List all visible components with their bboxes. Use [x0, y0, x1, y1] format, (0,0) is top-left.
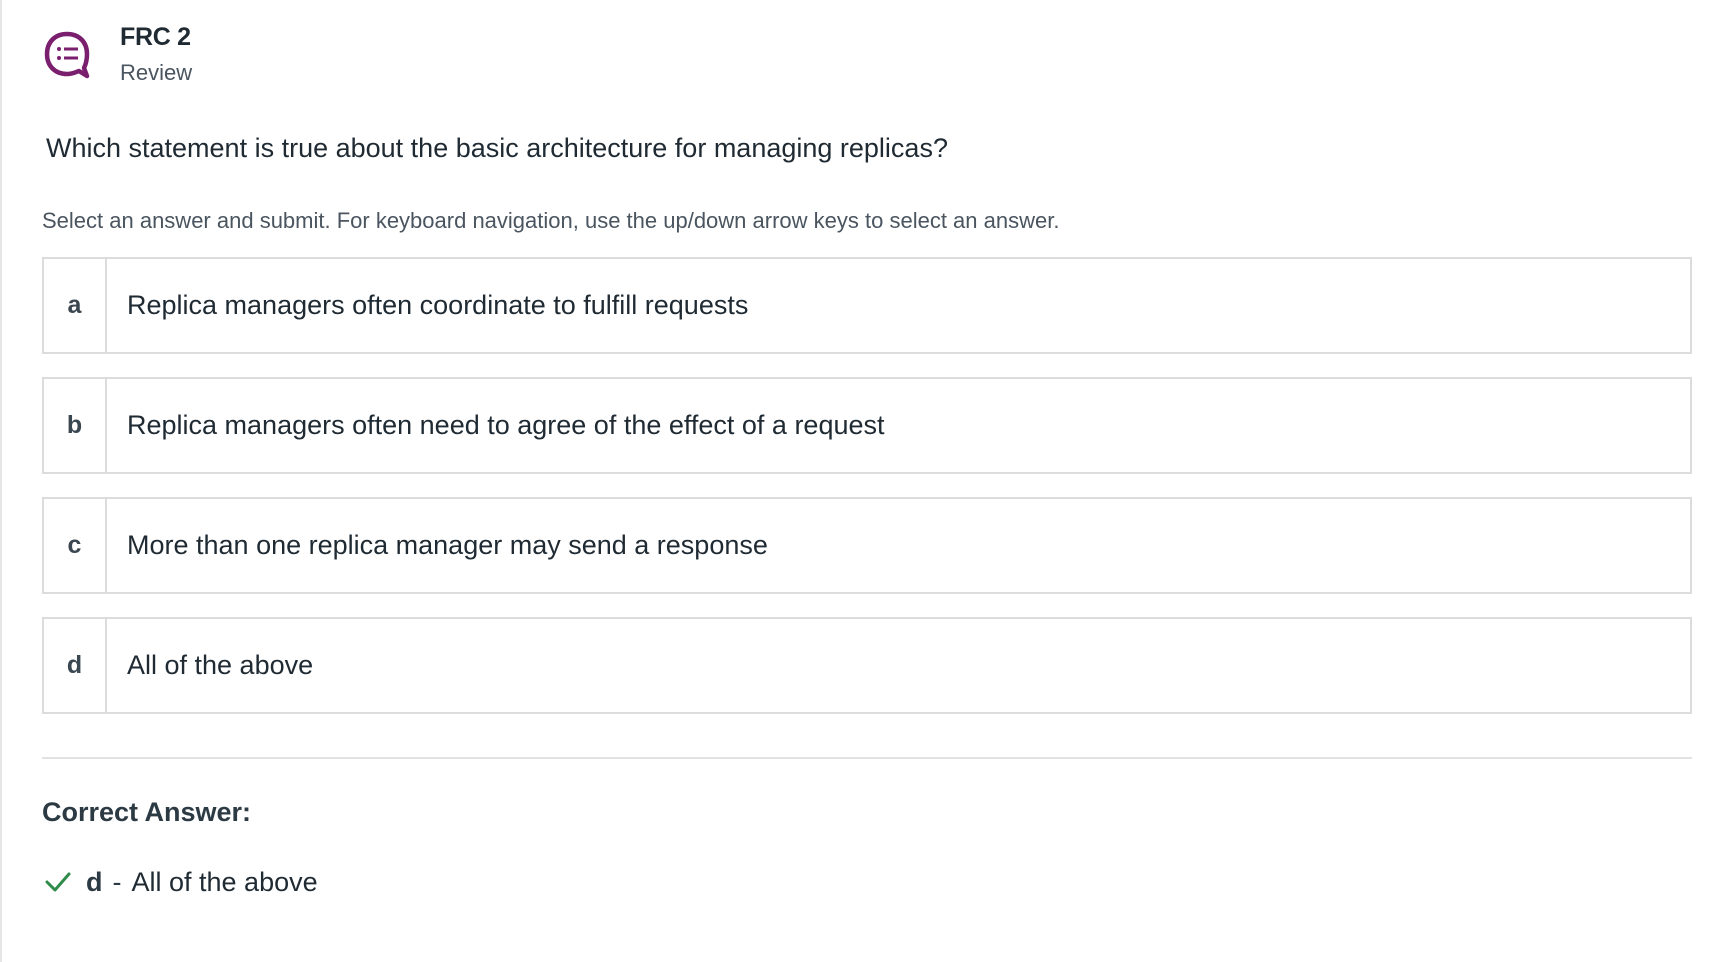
correct-answer-separator: -: [112, 867, 122, 897]
option-text: More than one replica manager may send a…: [127, 530, 768, 560]
answer-option-d[interactable]: d All of the above: [42, 617, 1692, 714]
quiz-chat-icon: [44, 31, 90, 79]
correct-answer-heading: Correct Answer:: [42, 797, 252, 827]
correct-answer-letter: d: [86, 867, 103, 897]
quiz-subtitle: Review: [120, 60, 193, 85]
correct-answer-text: All of the above: [131, 867, 318, 897]
section-divider: [42, 757, 1692, 759]
option-text: Replica managers often coordinate to ful…: [127, 290, 749, 320]
option-letter: a: [44, 259, 107, 352]
option-letter: c: [44, 499, 107, 592]
checkmark-icon: [45, 872, 71, 892]
quiz-review-page: FRC 2 Review Which statement is true abo…: [0, 0, 1736, 962]
option-letter: d: [44, 619, 107, 712]
quiz-header: FRC 2 Review: [43, 22, 192, 88]
option-letter: b: [44, 379, 107, 472]
answer-option-a[interactable]: a Replica managers often coordinate to f…: [42, 257, 1692, 354]
quiz-title: FRC 2: [120, 23, 191, 51]
answer-option-c[interactable]: c More than one replica manager may send…: [42, 497, 1692, 594]
answer-options: a Replica managers often coordinate to f…: [42, 257, 1692, 737]
answer-option-b[interactable]: b Replica managers often need to agree o…: [42, 377, 1692, 474]
correct-answer-row: d - All of the above: [44, 864, 318, 900]
answer-instructions: Select an answer and submit. For keyboar…: [42, 208, 1060, 233]
option-text: All of the above: [127, 650, 314, 680]
option-text: Replica managers often need to agree of …: [127, 410, 885, 440]
left-border: [0, 0, 2, 962]
question-text: Which statement is true about the basic …: [46, 133, 948, 163]
header-text: FRC 2 Review: [120, 22, 192, 88]
